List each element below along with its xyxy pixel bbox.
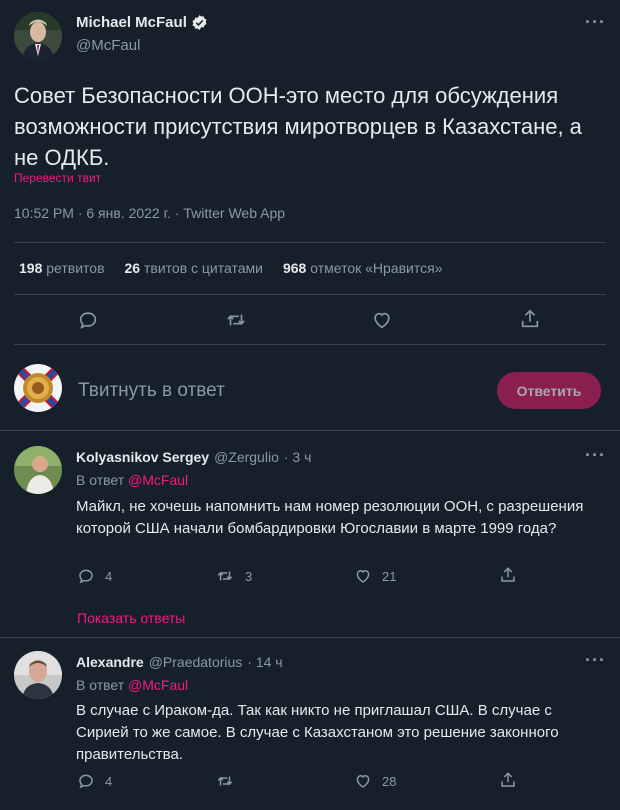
retweets-label: ретвитов — [46, 260, 105, 276]
reply-author-name[interactable]: Alexandre — [76, 654, 144, 670]
retweet-action[interactable]: 3 — [215, 567, 252, 585]
separator — [14, 294, 606, 295]
reply-action[interactable]: 4 — [77, 772, 112, 790]
quotes-stat[interactable]: 26 твитов с цитатами — [125, 260, 263, 276]
reply-icon — [77, 772, 95, 790]
tweet-stats: 198 ретвитов 26 твитов с цитатами 968 от… — [19, 260, 442, 276]
like-icon — [354, 567, 372, 585]
reply-author-name[interactable]: Kolyasnikov Sergey — [76, 449, 209, 465]
show-replies-link[interactable]: Показать ответы — [77, 610, 185, 626]
share-icon[interactable] — [519, 308, 541, 330]
separator — [0, 430, 620, 431]
retweet-icon — [215, 772, 235, 790]
author-avatar[interactable] — [14, 12, 62, 60]
author-handle[interactable]: @McFaul — [76, 37, 140, 54]
reply-input[interactable]: Твитнуть в ответ — [78, 380, 225, 402]
retweet-count: 3 — [245, 568, 253, 584]
separator — [14, 344, 606, 345]
reply-author-handle[interactable]: @Zergulio — [214, 449, 279, 465]
reply-time[interactable]: · 3 ч — [284, 449, 312, 465]
user-avatar[interactable] — [14, 364, 62, 412]
reply-to-handle[interactable]: @McFaul — [128, 677, 188, 693]
more-options-icon[interactable]: ··· — [585, 12, 606, 33]
verified-badge-icon — [191, 14, 208, 31]
quotes-count: 26 — [124, 260, 141, 276]
reply-to-prefix: В ответ — [76, 677, 125, 693]
likes-label: отметок «Нравится» — [310, 260, 443, 276]
share-icon[interactable] — [499, 771, 517, 789]
reply-icon[interactable] — [77, 309, 99, 331]
retweet-icon — [215, 567, 235, 585]
reply-to-handle[interactable]: @McFaul — [128, 472, 188, 488]
reply-action[interactable]: 4 — [77, 567, 112, 585]
separator — [14, 242, 606, 243]
reply-avatar[interactable] — [14, 651, 62, 699]
tweet-meta[interactable]: 10:52 PM · 6 янв. 2022 г. · Twitter Web … — [14, 205, 285, 221]
reply-icon — [77, 567, 95, 585]
reply-text: Майкл, не хочешь напомнить нам номер рез… — [76, 498, 584, 537]
retweets-count: 198 — [19, 260, 43, 276]
reply-text: В случае с Ираком-да. Так как никто не п… — [76, 702, 559, 763]
tweet-text: Совет Безопасности ООН-это место для обс… — [14, 83, 582, 170]
reply-count: 4 — [105, 568, 113, 584]
reply-avatar[interactable] — [14, 446, 62, 494]
like-icon[interactable] — [371, 309, 393, 331]
reply-to-prefix: В ответ — [76, 472, 125, 488]
quotes-label: твитов с цитатами — [143, 260, 263, 276]
translate-tweet-link[interactable]: Перевести твит — [14, 171, 101, 185]
retweets-stat[interactable]: 198 ретвитов — [19, 260, 105, 276]
retweet-action[interactable] — [215, 772, 245, 790]
likes-stat[interactable]: 968 отметок «Нравится» — [283, 260, 443, 276]
like-icon — [354, 772, 372, 790]
reply-author-handle[interactable]: @Praedatorius — [149, 654, 243, 670]
more-options-icon[interactable]: ··· — [585, 650, 606, 671]
reply-button[interactable]: Ответить — [497, 372, 601, 409]
reply-time[interactable]: · 14 ч — [247, 654, 282, 670]
like-action[interactable]: 21 — [354, 567, 396, 585]
like-count: 28 — [382, 773, 397, 789]
share-icon[interactable] — [499, 566, 517, 584]
like-action[interactable]: 28 — [354, 772, 396, 790]
author-name[interactable]: Michael McFaul — [76, 14, 187, 31]
reply-count: 4 — [105, 773, 113, 789]
like-count: 21 — [382, 568, 397, 584]
retweet-icon[interactable] — [224, 309, 248, 331]
more-options-icon[interactable]: ··· — [585, 445, 606, 466]
likes-count: 968 — [282, 260, 307, 276]
separator — [0, 637, 620, 638]
